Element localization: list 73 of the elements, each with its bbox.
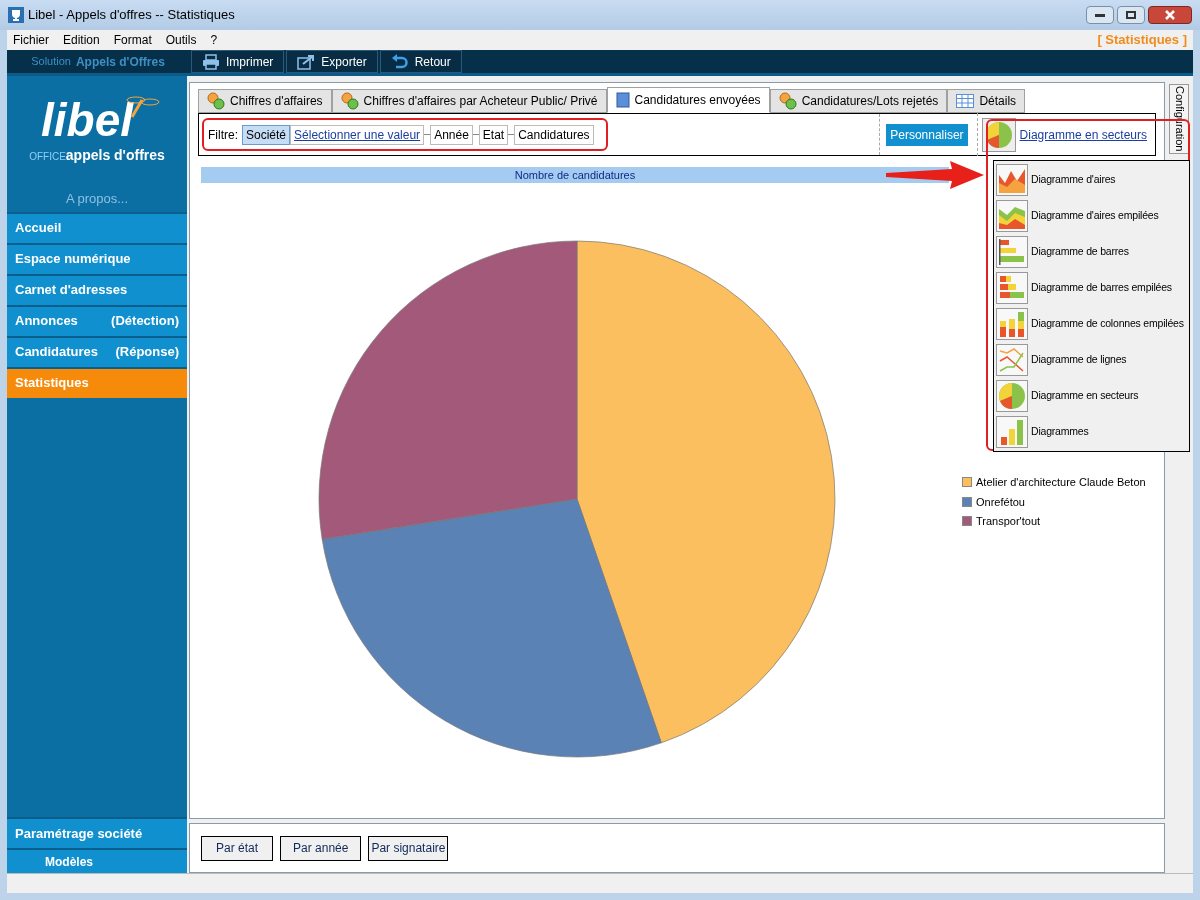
coins-icon bbox=[207, 92, 225, 110]
solution-name: Appels d'Offres bbox=[75, 53, 165, 71]
select-value-link[interactable]: Sélectionner une valeur bbox=[290, 124, 425, 145]
legend-label: Transpor'tout bbox=[976, 514, 1041, 529]
nav-item[interactable]: Candidatures (Réponse) bbox=[7, 335, 187, 367]
view-button[interactable]: Par année bbox=[280, 835, 362, 861]
menu-item[interactable]: Outils bbox=[165, 31, 197, 49]
customize-button[interactable]: Personnaliser bbox=[886, 123, 968, 146]
export-icon bbox=[297, 53, 316, 70]
chart-type-link[interactable]: Diagramme en secteurs bbox=[1019, 125, 1147, 144]
arrow-icon bbox=[886, 161, 986, 189]
solution-label: Solution bbox=[31, 54, 71, 70]
menu-option[interactable]: Diagramme en secteurs bbox=[994, 378, 1189, 414]
pie-chart-icon bbox=[997, 381, 1027, 411]
nav-item[interactable]: Carnet d'adresses bbox=[7, 273, 187, 305]
menu-option[interactable]: Diagramme d'aires bbox=[994, 162, 1189, 198]
menu-item[interactable]: ? bbox=[210, 31, 218, 49]
section-label: [ Statistiques ] bbox=[1097, 31, 1187, 50]
menu-option[interactable]: Diagramme de barres bbox=[994, 234, 1189, 270]
menu-item[interactable]: Format bbox=[113, 31, 152, 49]
menu-item[interactable]: Fichier bbox=[13, 31, 49, 49]
side-tab[interactable]: Configuration bbox=[1169, 84, 1189, 154]
nav-item[interactable]: Accueil bbox=[7, 211, 187, 243]
filter-label: Filtre: bbox=[208, 126, 238, 144]
filter-chip[interactable]: Candidatures bbox=[514, 124, 594, 145]
tab[interactable]: Chiffres d'affaires bbox=[198, 89, 332, 113]
maximize-button[interactable] bbox=[1117, 6, 1145, 24]
tab[interactable]: Chiffres d'affaires par Acheteur Public/ Privé bbox=[331, 89, 607, 113]
tab[interactable]: Candidatures envoyées bbox=[606, 87, 770, 113]
menu-item[interactable]: Edition bbox=[63, 31, 100, 49]
logo-text: libel bbox=[41, 96, 133, 143]
tab[interactable]: Détails bbox=[947, 89, 1026, 113]
view-button[interactable]: Par état bbox=[201, 835, 274, 861]
printer-icon bbox=[202, 53, 220, 70]
nav-item[interactable]: Annonces (Détection) bbox=[7, 304, 187, 336]
line-chart-icon bbox=[997, 345, 1027, 375]
logo-subtitle: appels d'offres bbox=[65, 145, 165, 165]
trophy-icon bbox=[8, 7, 24, 23]
close-button[interactable] bbox=[1148, 6, 1192, 24]
minimize-icon bbox=[1095, 13, 1105, 17]
close-icon bbox=[1165, 10, 1175, 20]
toolbar-button[interactable]: Imprimer bbox=[191, 50, 285, 73]
filter-chip[interactable]: Année bbox=[430, 124, 473, 145]
legend-label: Atelier d'architecture Claude Beton bbox=[976, 475, 1146, 490]
menu-option[interactable]: Diagramme d'aires empilées bbox=[994, 198, 1189, 234]
view-button[interactable]: Par signataire bbox=[368, 835, 449, 861]
menu-option[interactable]: Diagramme de colonnes empilées bbox=[994, 306, 1189, 342]
menu-option[interactable]: Diagramme de lignes bbox=[994, 342, 1189, 378]
coins-icon bbox=[778, 92, 797, 110]
nav-item-note: (Réponse) bbox=[115, 343, 179, 362]
filter-chip[interactable]: Société bbox=[242, 124, 291, 145]
nav-item-note: (Détection) bbox=[111, 312, 179, 331]
filter-chip[interactable]: Etat bbox=[478, 124, 509, 145]
table-icon bbox=[956, 94, 975, 108]
chart-title: Nombre de candidatures bbox=[201, 167, 949, 183]
stacked-column-chart-icon bbox=[997, 309, 1027, 339]
toolbar-button[interactable]: Retour bbox=[379, 50, 462, 73]
nav-item[interactable]: Paramétrage société bbox=[7, 817, 187, 848]
legend-label: Onrefétou bbox=[976, 494, 1025, 510]
minimize-button[interactable] bbox=[1086, 6, 1114, 24]
nav-item[interactable]: Modèles bbox=[7, 848, 187, 873]
coins-icon bbox=[340, 92, 359, 110]
logo-office: OFFICE bbox=[29, 150, 66, 162]
menu-option[interactable]: Diagrammes bbox=[994, 414, 1189, 450]
window-title: Libel - Appels d'offres -- Statistiques bbox=[28, 6, 235, 25]
nav-item[interactable]: Espace numérique bbox=[7, 242, 187, 274]
document-icon bbox=[615, 92, 630, 108]
tab[interactable]: Candidatures/Lots rejetés bbox=[769, 89, 948, 113]
undo-icon bbox=[390, 53, 409, 70]
toolbar-button[interactable]: Exporter bbox=[286, 50, 378, 73]
menu-option[interactable]: Diagramme de barres empilées bbox=[994, 270, 1189, 306]
bar-chart-icon bbox=[997, 237, 1027, 267]
maximize-icon bbox=[1126, 11, 1136, 19]
